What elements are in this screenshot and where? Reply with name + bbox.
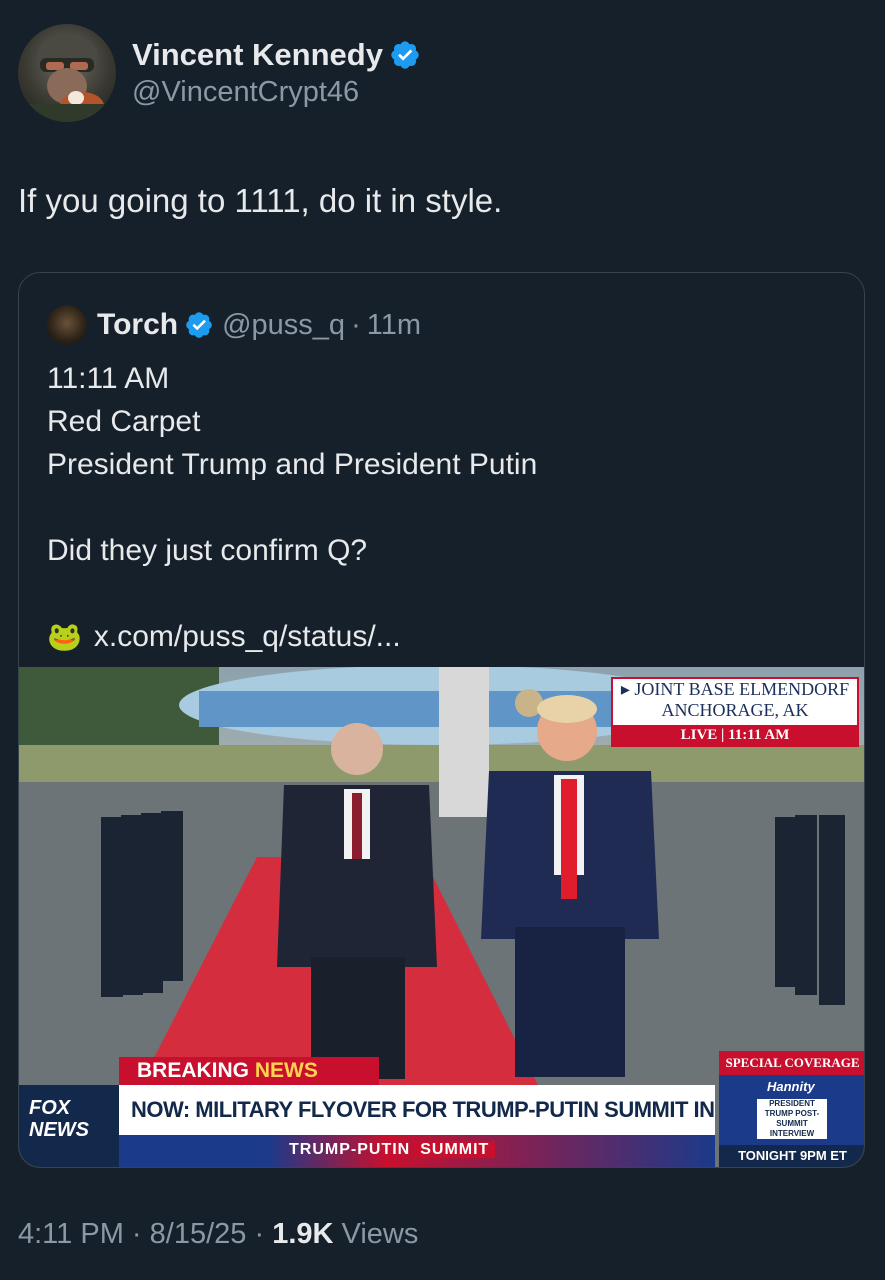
summit-subbar: TRUMP-PUTIN SUMMIT bbox=[119, 1135, 715, 1167]
location-line1: ▸ JOINT BASE ELMENDORF bbox=[620, 679, 850, 699]
author-avatar[interactable] bbox=[18, 24, 116, 122]
verified-badge-icon bbox=[391, 41, 419, 69]
location-line2: ANCHORAGE, AK bbox=[661, 700, 809, 720]
verified-badge-icon bbox=[186, 312, 212, 338]
quoted-link-row[interactable]: 🐸 x.com/puss_q/status/... bbox=[47, 615, 537, 658]
live-label: LIVE bbox=[680, 727, 718, 743]
tweet-text: If you going to 1111, do it in style. bbox=[18, 182, 503, 219]
quoted-line: President Trump and President Putin bbox=[47, 448, 538, 481]
quoted-media-image[interactable]: ▸ JOINT BASE ELMENDORF ANCHORAGE, AK LIV… bbox=[19, 667, 864, 1167]
quoted-link[interactable]: x.com/puss_q/status/... bbox=[94, 615, 401, 658]
quoted-line bbox=[47, 486, 537, 529]
fox-news-logo: FOX NEWS bbox=[19, 1085, 119, 1167]
subbar-label: TRUMP-PUTIN SUMMIT bbox=[289, 1141, 496, 1159]
footer-separator: · bbox=[131, 1218, 142, 1250]
hannity-label: Hannity bbox=[767, 1079, 815, 1094]
live-bar: LIVE | 11:11 AM bbox=[613, 725, 857, 745]
author-handle[interactable]: @VincentCrypt46 bbox=[132, 74, 421, 110]
frog-emoji-icon: 🐸 bbox=[47, 621, 82, 652]
tweet-time[interactable]: 4:11 PM bbox=[18, 1218, 124, 1250]
quoted-display-name[interactable]: Torch bbox=[97, 308, 178, 342]
location-chyron: ▸ JOINT BASE ELMENDORF ANCHORAGE, AK LIV… bbox=[611, 677, 859, 747]
views-count: 1.9K bbox=[272, 1218, 334, 1250]
quoted-body: 11:11 AM Red Carpet President Trump and … bbox=[47, 357, 537, 658]
tweet-footer: 4:11 PM · 8/15/25 · 1.9K Views bbox=[18, 1218, 418, 1251]
quoted-line: Did they just confirm Q? bbox=[47, 534, 368, 567]
fox-logo-line1: FOX bbox=[29, 1097, 71, 1119]
hannity-sub-label: PRESIDENT TRUMP POST-SUMMIT INTERVIEW bbox=[757, 1099, 827, 1139]
quoted-line: 11:11 AM bbox=[47, 362, 170, 395]
hannity-promo: Hannity PRESIDENT TRUMP POST-SUMMIT INTE… bbox=[719, 1075, 864, 1145]
author-display-name[interactable]: Vincent Kennedy bbox=[132, 36, 383, 74]
special-coverage-label: SPECIAL COVERAGE bbox=[719, 1051, 864, 1075]
quoted-avatar[interactable] bbox=[47, 305, 87, 345]
fox-logo-line2: NEWS bbox=[29, 1119, 89, 1141]
quoted-line: Red Carpet bbox=[47, 405, 201, 438]
views-label: Views bbox=[341, 1218, 419, 1250]
quoted-header: Torch @puss_q · 11m bbox=[47, 305, 421, 345]
tweet-date[interactable]: 8/15/25 bbox=[150, 1218, 247, 1250]
breaking-word: BREAKING bbox=[137, 1059, 250, 1082]
subbar-text: TRUMP-PUTIN bbox=[289, 1141, 411, 1158]
news-word: NEWS bbox=[254, 1059, 318, 1082]
live-time: 11:11 AM bbox=[728, 727, 790, 743]
subbar-summit: SUMMIT bbox=[414, 1141, 496, 1158]
news-headline: NOW: MILITARY FLYOVER FOR TRUMP-PUTIN SU… bbox=[119, 1085, 715, 1135]
tweet-header: Vincent Kennedy @VincentCrypt46 bbox=[18, 24, 421, 122]
tonight-label: TONIGHT 9PM ET bbox=[719, 1145, 864, 1167]
footer-separator: · bbox=[254, 1218, 265, 1250]
quoted-handle[interactable]: @puss_q bbox=[222, 309, 345, 342]
meta-separator: · bbox=[351, 308, 361, 341]
quoted-line bbox=[47, 572, 537, 615]
breaking-news-label: BREAKING NEWS bbox=[119, 1057, 379, 1085]
quoted-time[interactable]: 11m bbox=[367, 309, 421, 342]
quoted-tweet[interactable]: Torch @puss_q · 11m 11:11 AM Red Carpet … bbox=[18, 272, 865, 1168]
